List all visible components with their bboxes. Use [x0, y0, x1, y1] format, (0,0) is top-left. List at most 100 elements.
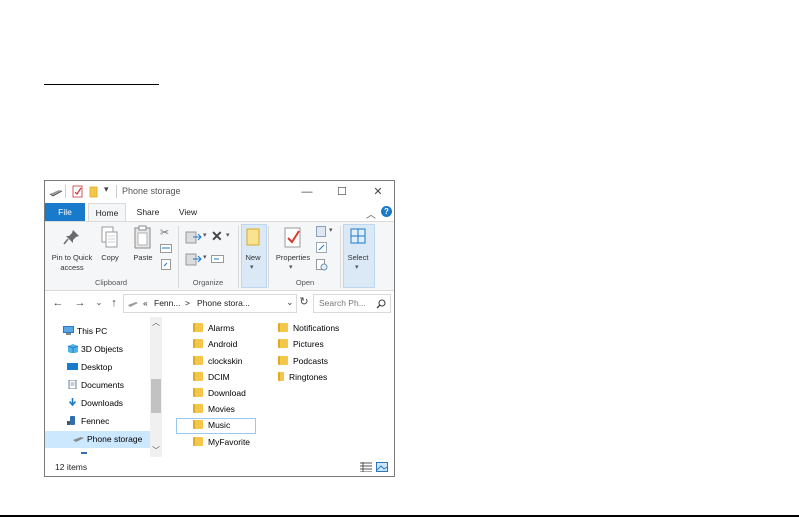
copy-path-icon[interactable]	[160, 244, 172, 253]
folder-item-focused[interactable]: Music	[193, 418, 230, 433]
folder-item[interactable]: Ringtones	[278, 370, 327, 385]
nav-item-desktop[interactable]: Desktop	[67, 359, 112, 375]
large-icons-view-icon[interactable]	[376, 462, 388, 472]
refresh-icon[interactable]: ↻	[297, 295, 311, 309]
folder-icon	[278, 323, 288, 332]
tab-file[interactable]: File	[45, 203, 85, 221]
folder-icon	[193, 323, 203, 332]
forward-arrow-icon[interactable]: →	[73, 296, 87, 310]
desktop-icon	[67, 363, 78, 370]
delete-icon[interactable]: ✕	[211, 228, 223, 245]
nav-item-3d-objects[interactable]: 3D Objects	[67, 341, 123, 357]
new-folder-quick-icon[interactable]	[88, 185, 99, 199]
history-icon[interactable]	[316, 259, 328, 271]
chevron-down-icon[interactable]: ▾	[329, 226, 333, 234]
cut-icon[interactable]: ✂	[160, 226, 169, 239]
folder-item[interactable]: Movies	[193, 402, 235, 417]
address-bar[interactable]: « Fenn... > Phone stora... ⌄	[123, 294, 297, 313]
folder-name: Download	[208, 388, 246, 398]
scroll-up-icon[interactable]: ︿	[150, 317, 162, 329]
folder-item[interactable]: Notifications	[278, 321, 339, 336]
tab-view[interactable]: View	[171, 203, 205, 221]
folder-item[interactable]: DCIM	[193, 370, 230, 385]
nav-item-partial	[81, 450, 111, 454]
folder-item[interactable]: Podcasts	[278, 354, 328, 369]
properties-icon[interactable]	[283, 225, 303, 249]
details-view-icon[interactable]	[360, 462, 372, 472]
paste-button[interactable]: Paste	[129, 253, 157, 262]
open-icon[interactable]	[316, 226, 328, 237]
nav-item-phone-storage[interactable]: Phone storage	[73, 431, 142, 447]
clipboard-group-label: Clipboard	[94, 278, 128, 287]
new-item-icon[interactable]	[246, 228, 260, 246]
folder-icon	[193, 339, 203, 348]
documents-icon	[68, 380, 77, 389]
group-separator	[340, 226, 341, 288]
help-icon[interactable]: ?	[381, 206, 392, 217]
nav-item-downloads[interactable]: Downloads	[67, 395, 123, 411]
chevron-down-icon[interactable]: ▾	[226, 231, 230, 239]
select-icon[interactable]	[350, 228, 366, 244]
folder-name: Notifications	[293, 323, 340, 333]
copy-button[interactable]: Copy	[97, 253, 123, 262]
customize-quick-access-icon[interactable]: ▾	[104, 184, 109, 198]
move-to-icon[interactable]	[185, 230, 203, 244]
folder-item[interactable]: Alarms	[193, 321, 234, 336]
drive-icon	[73, 437, 84, 442]
folder-item[interactable]: clockskin	[193, 354, 242, 369]
maximize-icon[interactable]: ☐	[329, 183, 355, 201]
folder-name: Alarms	[208, 323, 235, 333]
drive-icon	[128, 302, 138, 307]
copy-icon[interactable]	[101, 226, 119, 250]
recent-locations-icon[interactable]: ⌄	[92, 296, 106, 310]
chevron-down-icon[interactable]: ▾	[203, 253, 207, 261]
scroll-down-icon[interactable]: ﹀	[150, 445, 162, 457]
pc-icon	[63, 326, 74, 335]
folder-item[interactable]: MyFavorite	[193, 435, 250, 450]
pin-icon[interactable]	[63, 228, 81, 246]
chevron-down-icon[interactable]: ▾	[250, 263, 254, 271]
select-button[interactable]: Select	[343, 253, 373, 262]
search-box[interactable]: Search Ph...	[313, 294, 391, 313]
copy-to-icon[interactable]	[185, 252, 203, 266]
address-segment-fennec[interactable]: Fenn...	[154, 298, 180, 308]
folder-icon	[193, 420, 203, 429]
download-icon	[68, 398, 77, 407]
tab-share[interactable]: Share	[131, 203, 165, 221]
properties-quick-icon[interactable]	[72, 185, 83, 199]
folder-item[interactable]: Android	[193, 337, 237, 352]
chevron-down-icon[interactable]: ▾	[355, 263, 359, 271]
properties-button[interactable]: Properties	[272, 253, 314, 262]
new-button[interactable]: New	[241, 253, 265, 262]
nav-scrollbar[interactable]: ︿ ﹀	[150, 317, 162, 457]
address-segment-phone-storage[interactable]: Phone stora...	[197, 298, 250, 308]
pin-to-quick-access-button[interactable]: Pin to Quick access	[47, 253, 97, 273]
collapse-ribbon-icon[interactable]: ︿	[366, 206, 376, 221]
scroll-thumb[interactable]	[151, 379, 161, 413]
address-overflow[interactable]: «	[143, 298, 148, 308]
folder-item[interactable]: Download	[193, 386, 246, 401]
chevron-down-icon[interactable]: ▾	[289, 263, 293, 271]
nav-item-documents[interactable]: Documents	[67, 377, 124, 393]
rename-icon[interactable]	[211, 254, 225, 264]
folder-item[interactable]: Pictures	[278, 337, 324, 352]
phone-icon	[67, 416, 75, 425]
chevron-down-icon[interactable]: ▾	[203, 231, 207, 239]
minimize-icon[interactable]: —	[294, 183, 320, 201]
up-arrow-icon[interactable]: ↑	[107, 296, 121, 310]
paste-shortcut-icon[interactable]	[161, 259, 171, 270]
edit-icon[interactable]	[316, 242, 328, 253]
back-arrow-icon[interactable]: ←	[51, 296, 65, 310]
folder-name: Movies	[208, 404, 235, 414]
nav-item-this-pc[interactable]: This PC	[63, 323, 107, 339]
paste-icon[interactable]	[133, 224, 153, 250]
nav-item-fennec[interactable]: Fennec	[67, 413, 109, 429]
folder-icon	[193, 437, 203, 446]
tab-home[interactable]: Home	[88, 203, 126, 222]
folder-name: clockskin	[208, 356, 243, 366]
address-dropdown-icon[interactable]: ⌄	[286, 297, 294, 308]
pin-label-line1: Pin to Quick	[51, 253, 93, 262]
close-icon[interactable]: ✕	[365, 183, 391, 201]
window-title: Phone storage	[122, 186, 181, 196]
search-icon[interactable]	[376, 299, 386, 309]
